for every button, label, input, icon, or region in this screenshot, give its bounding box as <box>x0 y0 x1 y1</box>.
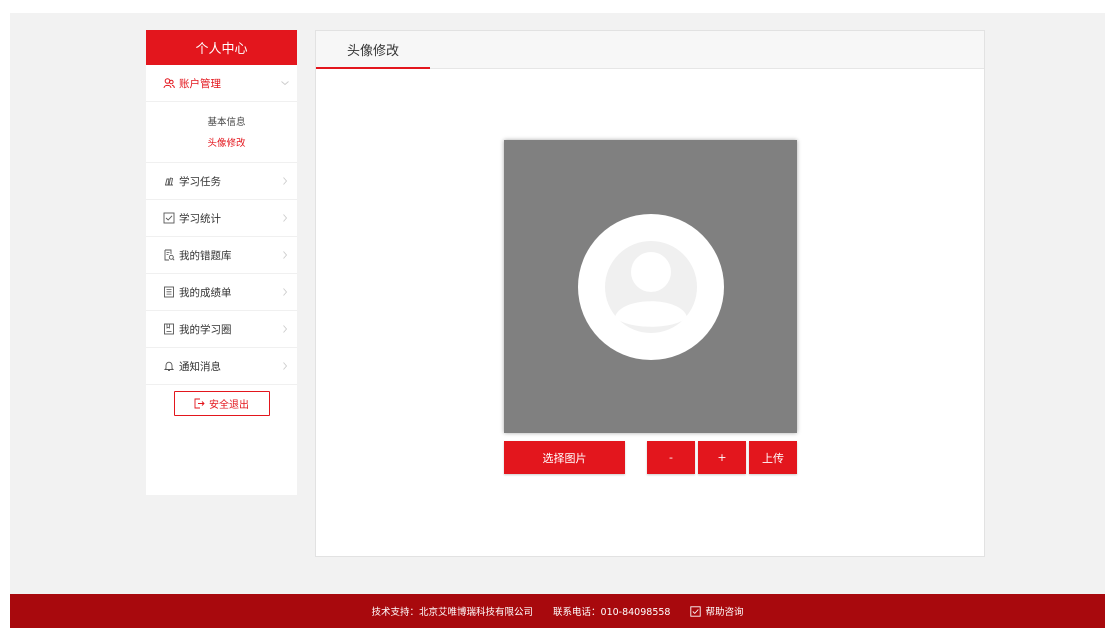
sidebar: 个人中心 账户管理 基本信息 头像修改 学习任务 学习统计 我的错题库 我的成绩… <box>146 30 297 495</box>
sidebar-item-label: 学习任务 <box>179 175 221 188</box>
footer: 技术支持：北京艾唯博瑞科技有限公司 联系电话：010-84098558 帮助咨询 <box>10 594 1105 628</box>
chevron-right-icon <box>283 325 288 333</box>
tab-bar: 头像修改 <box>316 31 984 69</box>
sidebar-title: 个人中心 <box>146 30 297 65</box>
help-link[interactable]: 帮助咨询 <box>690 604 743 618</box>
default-avatar-icon <box>604 240 697 333</box>
sidebar-item-account[interactable]: 账户管理 <box>146 65 297 102</box>
checkbox-icon <box>163 212 175 224</box>
chevron-right-icon <box>283 362 288 370</box>
sidebar-item-label: 我的成绩单 <box>179 286 232 299</box>
chevron-down-icon <box>281 81 289 86</box>
sidebar-item-study-circle[interactable]: 我的学习圈 <box>146 311 297 348</box>
logout-button[interactable]: 安全退出 <box>173 391 270 416</box>
sidebar-item-label: 账户管理 <box>179 77 221 90</box>
sidebar-item-label: 学习统计 <box>179 212 221 225</box>
chevron-right-icon <box>283 177 288 185</box>
footer-support: 技术支持：北京艾唯博瑞科技有限公司 <box>371 607 534 618</box>
checkbox-icon <box>690 605 702 617</box>
avatar-cropper[interactable] <box>504 140 797 433</box>
zoom-in-button[interactable]: + <box>698 441 746 474</box>
select-image-button[interactable]: 选择图片 <box>504 441 625 474</box>
avatar-preview <box>577 213 724 360</box>
submenu-item-basic-info[interactable]: 基本信息 <box>146 112 297 133</box>
sidebar-item-mistake-bank[interactable]: 我的错题库 <box>146 237 297 274</box>
chevron-right-icon <box>283 288 288 296</box>
users-icon <box>163 77 175 89</box>
account-submenu: 基本信息 头像修改 <box>146 102 297 163</box>
notebook-icon <box>163 323 175 335</box>
logout-icon <box>194 398 205 409</box>
chevron-right-icon <box>283 251 288 259</box>
main-panel: 头像修改 选择图片 - + 上传 <box>315 30 985 557</box>
sidebar-item-transcript[interactable]: 我的成绩单 <box>146 274 297 311</box>
logout-label: 安全退出 <box>209 400 249 411</box>
sidebar-item-study-stats[interactable]: 学习统计 <box>146 200 297 237</box>
footer-phone: 联系电话：010-84098558 <box>553 607 671 618</box>
sidebar-item-label: 我的错题库 <box>179 249 232 262</box>
tab-avatar-edit[interactable]: 头像修改 <box>316 31 430 69</box>
bell-icon <box>163 360 175 372</box>
books-icon <box>163 175 175 187</box>
zoom-out-button[interactable]: - <box>647 441 695 474</box>
help-label: 帮助咨询 <box>705 607 744 618</box>
chevron-right-icon <box>283 214 288 222</box>
submenu-item-avatar[interactable]: 头像修改 <box>146 133 297 154</box>
sidebar-item-notifications[interactable]: 通知消息 <box>146 348 297 385</box>
sidebar-item-label: 通知消息 <box>179 360 221 373</box>
list-document-icon <box>163 286 175 298</box>
sidebar-item-study-tasks[interactable]: 学习任务 <box>146 163 297 200</box>
document-search-icon <box>163 249 175 261</box>
logout-wrap: 安全退出 <box>146 385 297 416</box>
sidebar-item-label: 我的学习圈 <box>179 323 232 336</box>
upload-button[interactable]: 上传 <box>749 441 797 474</box>
